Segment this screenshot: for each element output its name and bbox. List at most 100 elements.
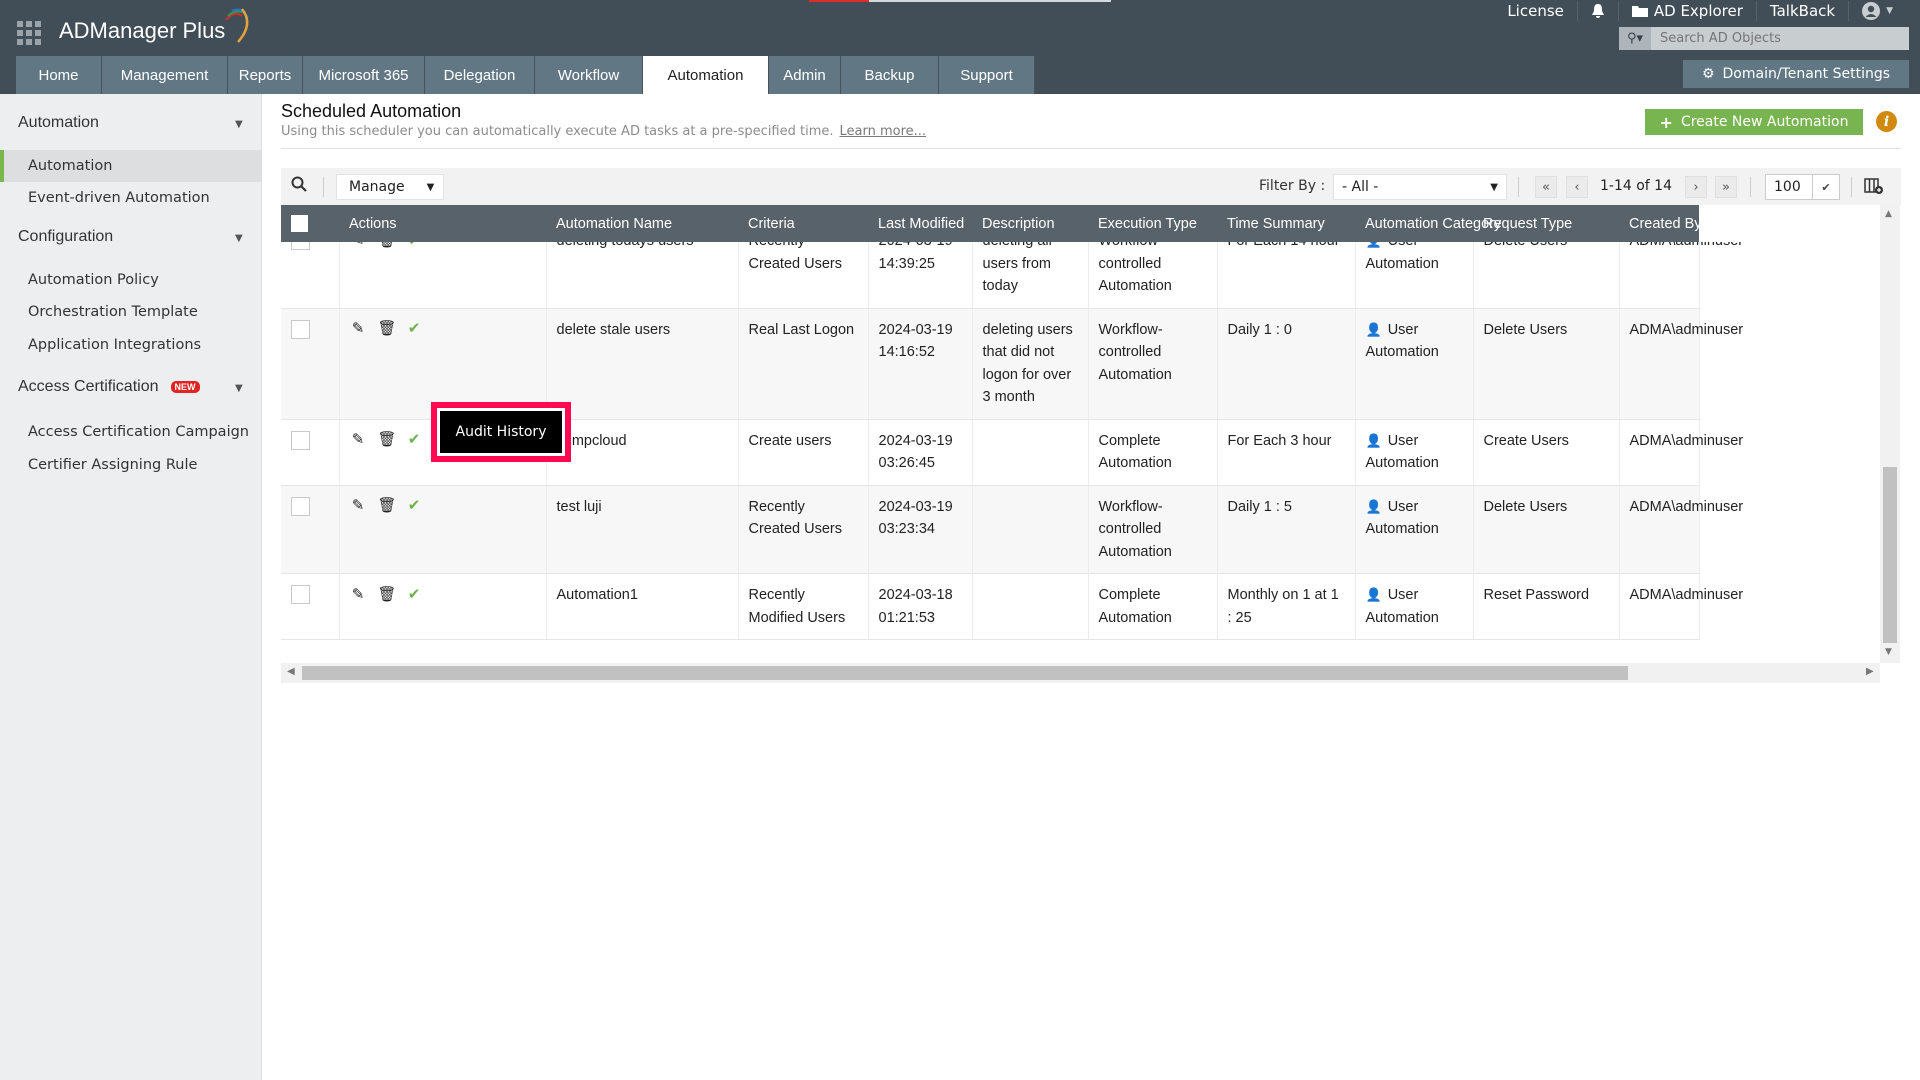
cell-request-type: Reset Password — [1473, 573, 1620, 640]
row-checkbox[interactable] — [291, 319, 310, 339]
cell-last-modified: 2024-03-19 03:23:34 — [868, 485, 973, 574]
tab-backup[interactable]: Backup — [841, 56, 939, 94]
column-header-last-modified[interactable]: Last Modified — [868, 205, 972, 242]
delete-icon[interactable]: 🗑 — [378, 429, 397, 452]
search-icon[interactable]: ⚲▾ — [1619, 27, 1651, 50]
tab-management[interactable]: Management — [102, 56, 228, 94]
cell-name[interactable]: Automation1 — [546, 573, 739, 640]
user-menu[interactable]: ▼ — [1849, 1, 1906, 21]
scrollbar-thumb[interactable] — [302, 666, 1628, 680]
learn-more-link[interactable]: Learn more... — [840, 124, 927, 139]
caret-down-icon[interactable]: ▼ — [235, 383, 243, 394]
cell-name[interactable]: test luji — [546, 485, 739, 574]
tab-microsoft-365[interactable]: Microsoft 365 — [303, 56, 425, 94]
tab-admin[interactable]: Admin — [769, 56, 841, 94]
column-header-criteria[interactable]: Criteria — [738, 205, 868, 242]
delete-icon[interactable]: 🗑 — [378, 584, 397, 607]
column-header-time-summary[interactable]: Time Summary — [1217, 205, 1355, 242]
table-row[interactable]: ✎ 🗑 ✔ test luji Recently Created Users 2024-0… — [281, 485, 1743, 574]
cell-description — [972, 485, 1089, 574]
sidebar-section-access-certification[interactable]: Access Certification NEW — [18, 378, 200, 396]
loading-progress-bar — [809, 0, 1111, 2]
row-checkbox[interactable] — [291, 430, 310, 450]
caret-down-icon[interactable]: ▼ — [235, 119, 243, 130]
cell-name[interactable]: delete stale users — [546, 308, 739, 420]
edit-icon[interactable]: ✎ — [350, 495, 367, 518]
edit-icon[interactable]: ✎ — [350, 429, 367, 452]
domain-tenant-settings-button[interactable]: ⚙ Domain/Tenant Settings — [1683, 60, 1909, 88]
column-chooser-icon[interactable] — [1864, 177, 1884, 199]
create-new-automation-button[interactable]: + Create New Automation — [1645, 109, 1863, 135]
table-row[interactable]: ✎ 🗑 ✔ deleting todays usersRecently Created… — [281, 242, 1743, 309]
column-header-description[interactable]: Description — [972, 205, 1088, 242]
delete-icon[interactable]: 🗑 — [378, 495, 397, 518]
column-header-automation-category[interactable]: Automation Category — [1355, 205, 1501, 242]
vertical-scrollbar[interactable]: ▲ ▼ — [1880, 205, 1900, 663]
talkback-link[interactable]: TalkBack — [1757, 1, 1850, 21]
enabled-check-icon[interactable]: ✔ — [406, 429, 423, 452]
license-link[interactable]: License — [1494, 1, 1578, 21]
ad-explorer-link[interactable]: AD Explorer — [1619, 1, 1757, 21]
sidebar-item-certifier-assigning-rule[interactable]: Certifier Assigning Rule — [0, 449, 261, 481]
rows-per-page-select[interactable]: 100 ✔ — [1765, 174, 1840, 200]
manage-dropdown[interactable]: Manage ▼ — [336, 174, 444, 200]
tab-delegation[interactable]: Delegation — [425, 56, 535, 94]
tab-support[interactable]: Support — [939, 56, 1035, 94]
sidebar-item-access-certification-campaign[interactable]: Access Certification Campaign — [0, 416, 261, 448]
row-select-cell — [281, 419, 340, 486]
select-all-checkbox[interactable] — [291, 215, 308, 232]
info-icon[interactable]: i — [1876, 111, 1897, 132]
first-page-button[interactable]: « — [1535, 176, 1557, 198]
cell-name[interactable]: deleting todays users — [546, 242, 739, 309]
column-header-created-by[interactable]: Created By — [1619, 205, 1702, 242]
column-header-execution-type[interactable]: Execution Type — [1088, 205, 1217, 242]
sidebar-item-orchestration-template[interactable]: Orchestration Template — [0, 296, 261, 328]
scrollbar-thumb[interactable] — [1883, 467, 1897, 643]
filter-by-select[interactable]: - All - ▼ — [1333, 174, 1507, 200]
enabled-check-icon[interactable]: ✔ — [406, 242, 423, 252]
notifications-button[interactable] — [1578, 1, 1619, 21]
table-search-icon[interactable] — [291, 176, 307, 197]
edit-icon[interactable]: ✎ — [350, 584, 367, 607]
previous-page-button[interactable]: ‹ — [1566, 176, 1588, 198]
sidebar-item-automation-policy[interactable]: Automation Policy — [0, 264, 261, 296]
table-row[interactable]: ✎ 🗑 ✔ Automation1 Recently Modified Users 202… — [281, 573, 1743, 640]
row-checkbox[interactable] — [291, 496, 310, 516]
tab-automation[interactable]: Automation — [643, 56, 769, 94]
enabled-check-icon[interactable]: ✔ — [406, 584, 423, 607]
delete-icon[interactable]: 🗑 — [378, 318, 397, 341]
user-icon: 👤 — [1365, 498, 1382, 514]
enabled-check-icon[interactable]: ✔ — [406, 495, 423, 518]
app-logo: ADManager Plus — [59, 18, 226, 43]
edit-icon[interactable]: ✎ — [350, 318, 367, 341]
tab-home[interactable]: Home — [16, 56, 102, 94]
next-page-button[interactable]: › — [1685, 176, 1707, 198]
tab-reports[interactable]: Reports — [228, 56, 303, 94]
search-input[interactable] — [1651, 27, 1909, 50]
enabled-check-icon[interactable]: ✔ — [406, 318, 423, 341]
scroll-up-icon[interactable]: ▲ — [1885, 209, 1892, 219]
delete-icon[interactable]: 🗑 — [378, 242, 397, 252]
tab-workflow[interactable]: Workflow — [535, 56, 643, 94]
sidebar-section-configuration[interactable]: Configuration — [18, 228, 113, 246]
sidebar-section-automation[interactable]: Automation — [18, 114, 99, 132]
edit-icon[interactable]: ✎ — [350, 242, 367, 252]
scroll-left-icon[interactable]: ◀ — [287, 666, 295, 677]
app-launcher-icon[interactable] — [17, 21, 41, 45]
column-header-automation-name[interactable]: Automation Name — [546, 205, 738, 242]
column-header-actions[interactable]: Actions — [339, 205, 546, 242]
sidebar-item-event-driven-automation[interactable]: Event-driven Automation — [0, 182, 261, 214]
sidebar-item-application-integrations[interactable]: Application Integrations — [0, 329, 261, 361]
scroll-down-icon[interactable]: ▼ — [1885, 647, 1892, 657]
row-checkbox[interactable] — [291, 242, 310, 250]
last-page-button[interactable]: » — [1715, 176, 1737, 198]
column-header-request-type[interactable]: Request Type — [1473, 205, 1619, 242]
caret-down-icon[interactable]: ▼ — [235, 233, 243, 244]
scroll-right-icon[interactable]: ▶ — [1866, 666, 1874, 677]
cell-last-modified: 2024-03-19 14:16:52 — [868, 308, 973, 420]
ad-explorer-label: AD Explorer — [1653, 2, 1743, 20]
row-checkbox[interactable] — [291, 585, 310, 604]
sidebar-item-automation[interactable]: Automation — [0, 150, 261, 182]
horizontal-scrollbar[interactable]: ◀ ▶ — [281, 663, 1880, 683]
cell-name[interactable]: Jumpcloud — [546, 419, 739, 486]
